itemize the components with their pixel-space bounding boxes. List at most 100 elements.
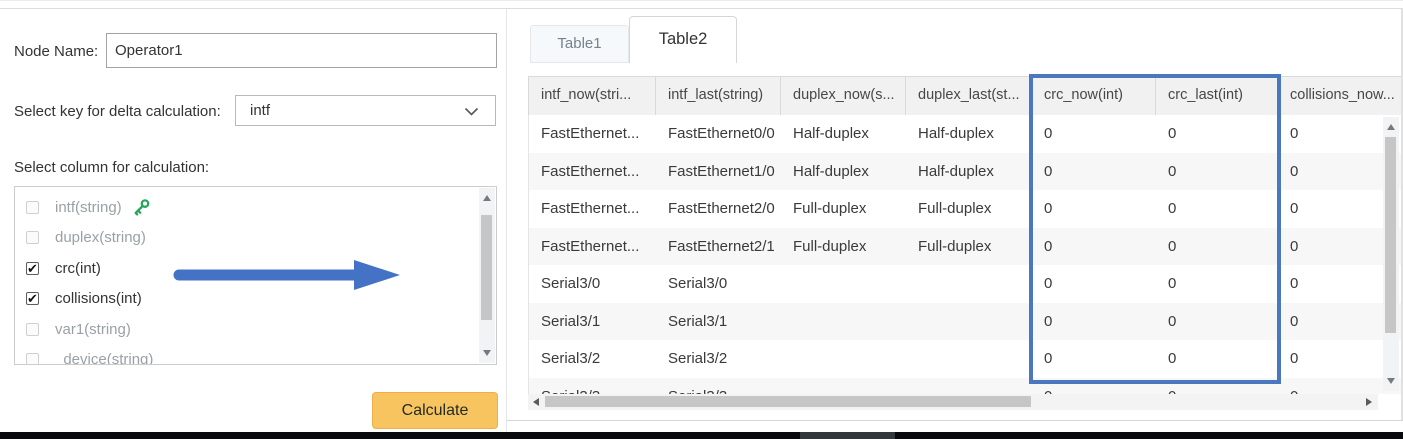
table-cell: 0 (1156, 153, 1278, 191)
column-option-label: duplex(string) (55, 229, 146, 246)
table-cell: 0 (1156, 378, 1278, 395)
table-body: FastEthernet...FastEthernet0/0Half-duple… (528, 115, 1402, 394)
table-row[interactable]: Serial3/0Serial3/0000 (529, 265, 1401, 303)
table-cell: FastEthernet... (529, 153, 656, 191)
column-header[interactable]: crc_now(int) (1032, 77, 1156, 115)
table-cell: 0 (1032, 303, 1156, 341)
column-option-label: var1(string) (55, 321, 131, 338)
table-cell: FastEthernet1/0 (656, 153, 781, 191)
table-row[interactable]: Serial3/1Serial3/1000 (529, 303, 1401, 341)
column-header[interactable]: crc_last(int) (1156, 77, 1278, 115)
table-cell (906, 303, 1032, 341)
scroll-down-icon[interactable] (483, 350, 491, 356)
column-header[interactable]: intf_last(string) (656, 77, 781, 115)
table-cell (906, 265, 1032, 303)
table-cell (781, 303, 906, 341)
delta-key-value: intf (250, 102, 270, 119)
table-cell: Half-duplex (781, 115, 906, 153)
scroll-up-icon[interactable] (1387, 124, 1395, 130)
scrollbar-thumb[interactable] (1385, 137, 1396, 333)
scroll-left-icon[interactable] (533, 398, 539, 406)
table-cell: FastEthernet2/0 (656, 190, 781, 228)
table-row[interactable]: FastEthernet...FastEthernet0/0Half-duple… (529, 115, 1401, 153)
annotation-arrow-icon (170, 255, 406, 295)
node-name-input[interactable] (106, 33, 497, 68)
table-cell: FastEthernet... (529, 228, 656, 266)
column-option[interactable]: duplex(string) (15, 223, 478, 254)
column-option[interactable]: intf(string) (15, 192, 478, 223)
column-header[interactable]: intf_now(stri... (529, 77, 656, 115)
tab-table1[interactable]: Table1 (530, 25, 629, 63)
table-cell: Half-duplex (781, 153, 906, 191)
table-cell (781, 265, 906, 303)
table-row[interactable]: Serial3/2Serial3/2000 (529, 340, 1401, 378)
table-cell: 0 (1032, 340, 1156, 378)
checkbox-unchecked-icon[interactable] (26, 323, 39, 336)
table-cell: Serial3/0 (656, 265, 781, 303)
listbox-scrollbar[interactable] (479, 188, 495, 363)
table-cell: 0 (1032, 228, 1156, 266)
scrollbar-thumb[interactable] (545, 396, 1031, 407)
column-option-label: _device(string) (55, 351, 153, 365)
scroll-up-icon[interactable] (483, 195, 491, 201)
scroll-right-icon[interactable] (1366, 398, 1372, 406)
tab-table2[interactable]: Table2 (629, 16, 737, 63)
table-cell (906, 378, 1032, 395)
node-name-label: Node Name: (14, 43, 98, 60)
column-header[interactable]: duplex_now(s... (781, 77, 906, 115)
table-row[interactable]: Serial3/3Serial3/3000 (529, 378, 1401, 395)
table-cell: 0 (1156, 190, 1278, 228)
checkbox-unchecked-icon[interactable] (26, 201, 39, 214)
table-row[interactable]: FastEthernet...FastEthernet2/0Full-duple… (529, 190, 1401, 228)
table-cell: Serial3/1 (529, 303, 656, 341)
scrollbar-thumb[interactable] (481, 215, 492, 320)
column-option[interactable]: var1(string) (15, 314, 478, 345)
table-cell: 0 (1156, 115, 1278, 153)
checkbox-checked-icon[interactable]: ✔ (26, 262, 39, 275)
table-row[interactable]: FastEthernet...FastEthernet2/1Full-duple… (529, 228, 1401, 266)
table-cell: 0 (1156, 265, 1278, 303)
top-divider-line (0, 0, 1403, 9)
table-cell: FastEthernet2/1 (656, 228, 781, 266)
table-cell: Serial3/1 (656, 303, 781, 341)
table-cell: Half-duplex (906, 115, 1032, 153)
table-cell: 0 (1032, 153, 1156, 191)
table-cell: Serial3/0 (529, 265, 656, 303)
table-header-row: intf_now(stri...intf_last(string)duplex_… (528, 76, 1402, 116)
table-cell: 0 (1156, 228, 1278, 266)
column-option-label: collisions(int) (55, 290, 142, 307)
checkbox-unchecked-icon[interactable] (26, 353, 39, 365)
delta-config-panel: Node Name: Select key for delta calculat… (0, 9, 506, 432)
table-cell: Half-duplex (906, 153, 1032, 191)
bottom-bar (0, 432, 1403, 439)
scroll-down-icon[interactable] (1387, 378, 1395, 384)
table-cell: Serial3/3 (529, 378, 656, 395)
table-cell: 0 (1032, 378, 1156, 395)
table-vertical-scrollbar[interactable] (1383, 117, 1399, 391)
column-option[interactable]: _device(string) (15, 345, 478, 366)
table-cell: 0 (1032, 115, 1156, 153)
key-icon (132, 198, 151, 217)
column-header[interactable]: duplex_last(st... (906, 77, 1032, 115)
table-cell (906, 340, 1032, 378)
column-select-label: Select column for calculation: (14, 159, 209, 176)
table-cell (781, 340, 906, 378)
table-cell: FastEthernet0/0 (656, 115, 781, 153)
column-header[interactable]: collisions_now... (1278, 77, 1401, 115)
table-horizontal-scrollbar[interactable] (528, 394, 1378, 410)
table-cell: Full-duplex (781, 228, 906, 266)
table-cell: FastEthernet... (529, 115, 656, 153)
table-cell: Serial3/2 (656, 340, 781, 378)
column-option-label: intf(string) (55, 199, 122, 216)
delta-key-label: Select key for delta calculation: (14, 103, 221, 120)
table-cell: Serial3/2 (529, 340, 656, 378)
checkbox-unchecked-icon[interactable] (26, 231, 39, 244)
calculate-button[interactable]: Calculate (372, 392, 498, 429)
bottom-bar-segment (800, 432, 895, 439)
table-cell: 0 (1156, 303, 1278, 341)
table-cell: FastEthernet... (529, 190, 656, 228)
delta-key-select[interactable]: intf (235, 95, 496, 126)
checkbox-checked-icon[interactable]: ✔ (26, 292, 39, 305)
table-row[interactable]: FastEthernet...FastEthernet1/0Half-duple… (529, 153, 1401, 191)
column-option-label: crc(int) (55, 260, 101, 277)
